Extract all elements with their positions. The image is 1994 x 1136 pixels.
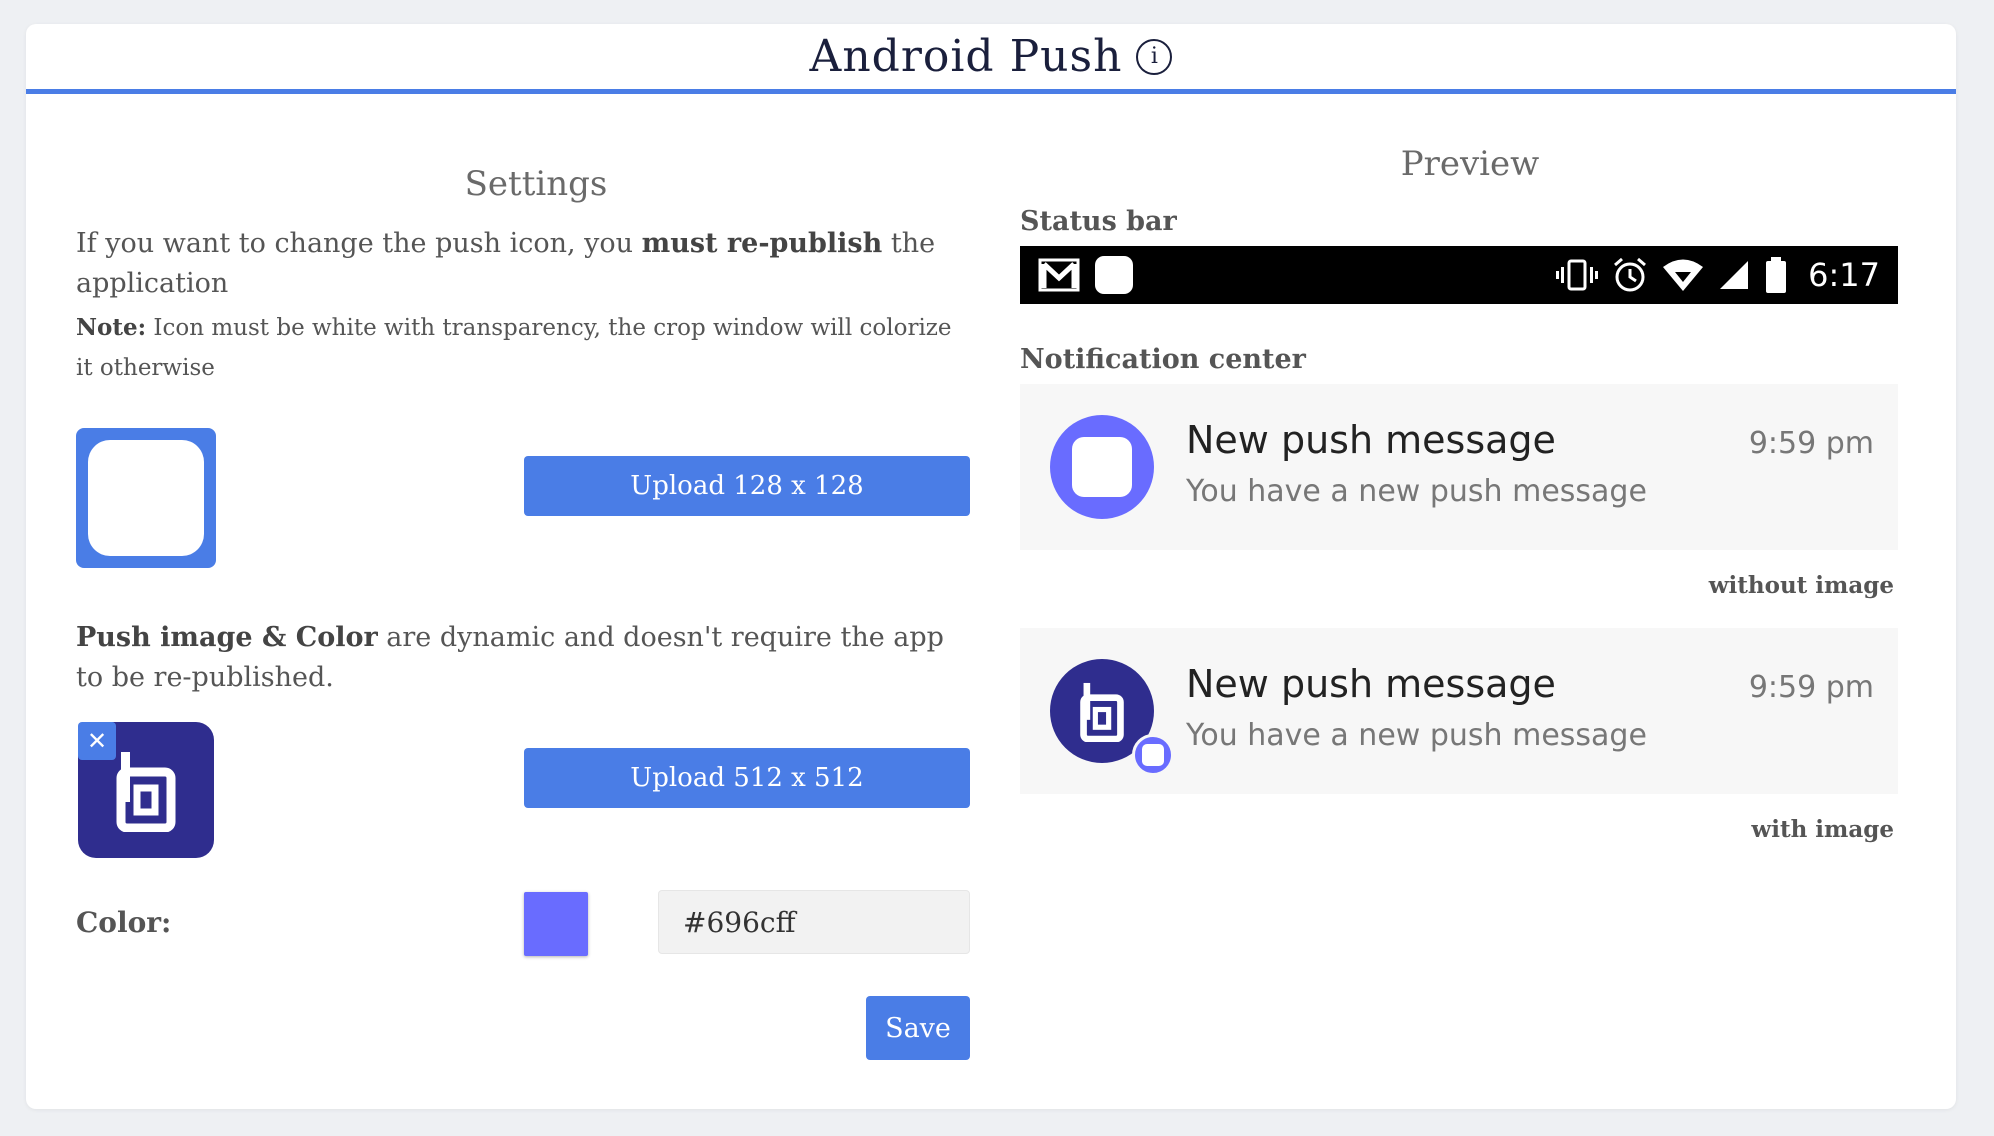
note-label: Note:	[76, 314, 147, 341]
notification-without-image: New push message You have a new push mes…	[1020, 384, 1898, 550]
remove-image-close-icon[interactable]: ✕	[78, 722, 116, 760]
alarm-icon	[1612, 257, 1648, 293]
page-title: Android Push	[809, 31, 1123, 82]
color-label: Color:	[76, 906, 172, 939]
push-icon-preview	[76, 428, 216, 568]
save-button[interactable]: Save	[866, 996, 970, 1060]
status-bar-preview: 6:17	[1020, 246, 1898, 304]
preview-title: Preview	[1400, 144, 1540, 184]
dynamic-desc-bold: Push image & Color	[76, 622, 378, 653]
signal-icon	[1718, 259, 1750, 291]
upload-128-button[interactable]: Upload 128 x 128	[524, 456, 970, 516]
color-hex-input[interactable]	[658, 890, 970, 954]
notification-title: New push message	[1186, 418, 1556, 462]
notification-title: New push message	[1186, 662, 1556, 706]
gmail-icon	[1038, 258, 1080, 292]
notification-center-label: Notification center	[1020, 344, 1306, 375]
settings-title: Settings	[464, 164, 608, 204]
app-push-icon	[1094, 255, 1134, 295]
settings-desc-bold: must re-publish	[641, 228, 883, 259]
color-swatch[interactable]	[524, 892, 588, 956]
app-logo-icon	[116, 752, 176, 832]
info-icon[interactable]: i	[1136, 38, 1173, 75]
upload-512-button[interactable]: Upload 512 x 512	[524, 748, 970, 808]
note-text: Icon must be white with transparency, th…	[76, 315, 952, 381]
dynamic-description: Push image & Color are dynamic and doesn…	[76, 618, 976, 698]
battery-icon	[1764, 257, 1788, 293]
status-time: 6:17	[1808, 256, 1880, 294]
status-bar-label: Status bar	[1020, 206, 1177, 237]
caption-with-image: with image	[1751, 816, 1894, 843]
notification-icon	[1050, 415, 1154, 519]
vibrate-icon	[1556, 258, 1599, 292]
android-push-card: Android Push i Settings If you want to c…	[26, 24, 1956, 1109]
notification-time: 9:59 pm	[1748, 670, 1874, 705]
notification-body: You have a new push message	[1186, 474, 1647, 509]
push-icon-shape	[88, 440, 204, 556]
notification-body: You have a new push message	[1186, 718, 1647, 753]
notification-with-image: New push message You have a new push mes…	[1020, 628, 1898, 794]
card-header: Android Push i	[26, 24, 1956, 94]
settings-note: Note: Icon must be white with transparen…	[76, 308, 956, 388]
small-push-icon	[1132, 734, 1174, 776]
settings-description: If you want to change the push icon, you…	[76, 224, 956, 304]
settings-desc-text: If you want to change the push icon, you	[76, 228, 642, 259]
app-logo-icon	[1080, 682, 1124, 742]
caption-without-image: without image	[1708, 572, 1894, 599]
wifi-icon	[1662, 258, 1704, 292]
notification-time: 9:59 pm	[1748, 426, 1874, 461]
